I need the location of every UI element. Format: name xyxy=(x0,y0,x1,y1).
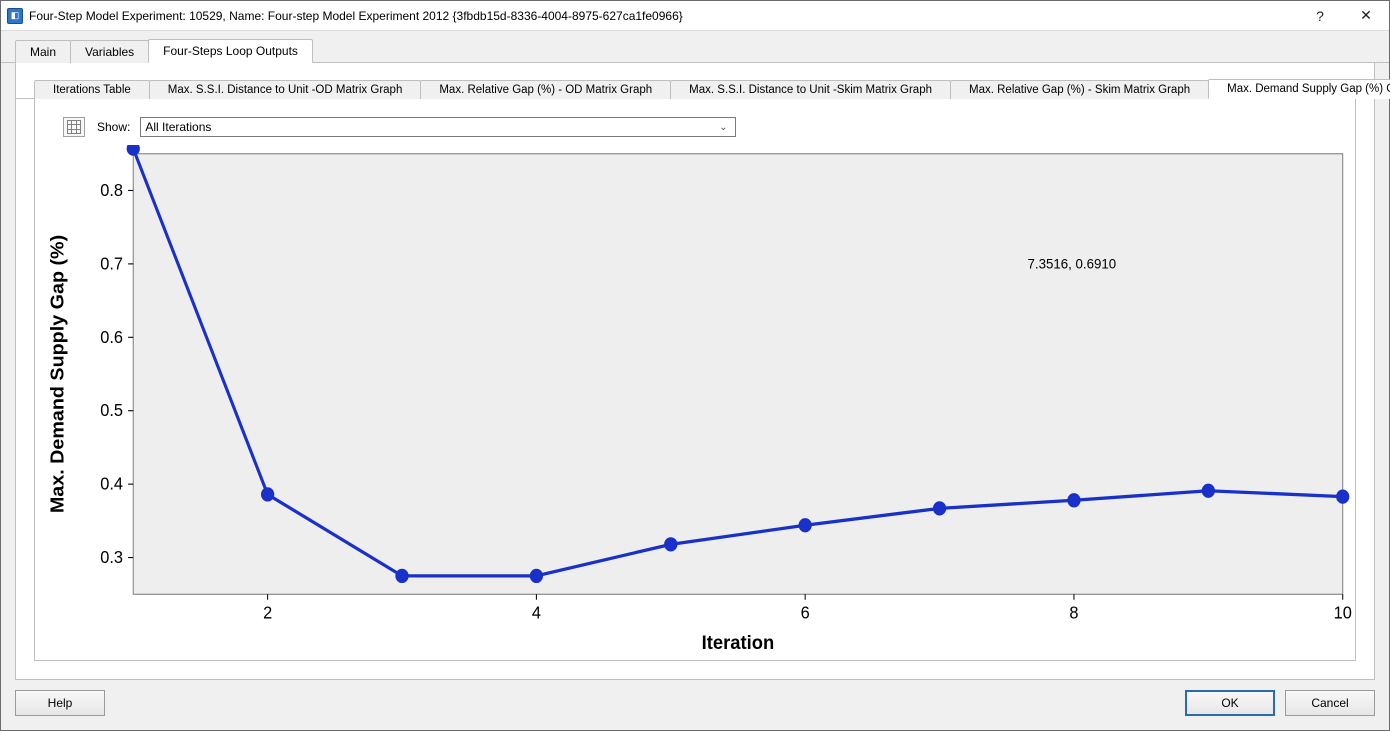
window-title: Four-Step Model Experiment: 10529, Name:… xyxy=(29,9,1297,23)
cancel-button[interactable]: Cancel xyxy=(1285,690,1375,716)
chart-toolbar: Show: All Iterations ⌄ xyxy=(35,99,1355,145)
svg-text:0.4: 0.4 xyxy=(100,474,123,494)
tab-variables[interactable]: Variables xyxy=(70,40,149,63)
svg-text:8: 8 xyxy=(1069,603,1078,623)
series-point xyxy=(933,502,945,515)
tab-rel-gap-skim-graph[interactable]: Max. Relative Gap (%) - Skim Matrix Grap… xyxy=(950,80,1209,99)
svg-text:0.5: 0.5 xyxy=(100,401,123,421)
tab-rel-gap-od-graph[interactable]: Max. Relative Gap (%) - OD Matrix Graph xyxy=(420,80,671,99)
outer-tab-content: Iterations Table Max. S.S.I. Distance to… xyxy=(15,63,1375,680)
close-icon[interactable]: ✕ xyxy=(1343,1,1389,30)
show-label: Show: xyxy=(97,120,130,134)
svg-text:4: 4 xyxy=(532,603,541,623)
tab-ssi-od-graph[interactable]: Max. S.S.I. Distance to Unit -OD Matrix … xyxy=(149,80,422,99)
svg-text:6: 6 xyxy=(801,603,810,623)
y-axis-title: Max. Demand Supply Gap (%) xyxy=(48,235,68,513)
svg-text:0.8: 0.8 xyxy=(100,180,123,200)
tab-label: Iterations Table xyxy=(53,84,131,96)
tab-label: Max. Relative Gap (%) - Skim Matrix Grap… xyxy=(969,84,1190,96)
series-point xyxy=(396,569,408,582)
series-point xyxy=(665,538,677,551)
tab-ssi-skim-graph[interactable]: Max. S.S.I. Distance to Unit -Skim Matri… xyxy=(670,80,951,99)
tab-label: Variables xyxy=(85,45,134,59)
button-label: OK xyxy=(1221,696,1238,710)
cursor-annotation: 7.3516, 0.6910 xyxy=(1028,256,1117,272)
line-chart: 0.3 0.4 0.5 0.6 0.7 0.8 2 4 6 8 10 Iteration Max. De… xyxy=(35,145,1355,660)
grid-icon xyxy=(67,120,81,134)
dialog-footer: Help OK Cancel xyxy=(1,680,1389,730)
button-label: Help xyxy=(48,696,73,710)
svg-text:0.7: 0.7 xyxy=(100,254,123,274)
chart-area: 0.3 0.4 0.5 0.6 0.7 0.8 2 4 6 8 10 Iteration Max. De… xyxy=(35,145,1355,660)
tab-label: Max. Relative Gap (%) - OD Matrix Graph xyxy=(439,84,652,96)
svg-text:0.3: 0.3 xyxy=(100,548,123,568)
outer-tab-strip: Main Variables Four-Steps Loop Outputs xyxy=(1,35,1389,63)
x-axis-title: Iteration xyxy=(702,633,775,655)
title-bar: ◧ Four-Step Model Experiment: 10529, Nam… xyxy=(1,1,1389,31)
grid-toggle-button[interactable] xyxy=(63,117,85,137)
ok-button[interactable]: OK xyxy=(1185,690,1275,716)
tab-iterations-table[interactable]: Iterations Table xyxy=(34,80,150,99)
dialog-window: ◧ Four-Step Model Experiment: 10529, Nam… xyxy=(0,0,1390,731)
tab-label: Max. Demand Supply Gap (%) Graph xyxy=(1227,83,1390,95)
show-select[interactable]: All Iterations ⌄ xyxy=(140,117,736,137)
tab-demand-supply-gap-graph[interactable]: Max. Demand Supply Gap (%) Graph xyxy=(1208,79,1390,99)
tab-label: Four-Steps Loop Outputs xyxy=(163,44,298,58)
svg-text:10: 10 xyxy=(1334,603,1352,623)
series-point xyxy=(1068,494,1080,507)
svg-text:0.6: 0.6 xyxy=(100,327,123,347)
series-point xyxy=(127,145,139,155)
svg-text:2: 2 xyxy=(263,603,272,623)
app-icon: ◧ xyxy=(7,8,23,24)
tab-four-steps-loop-outputs[interactable]: Four-Steps Loop Outputs xyxy=(148,39,313,63)
chevron-down-icon: ⌄ xyxy=(715,122,731,133)
tab-label: Max. S.S.I. Distance to Unit -OD Matrix … xyxy=(168,84,403,96)
tab-label: Main xyxy=(30,45,56,59)
series-point xyxy=(261,488,273,501)
series-point xyxy=(1202,484,1214,497)
button-label: Cancel xyxy=(1311,696,1348,710)
series-point xyxy=(530,569,542,582)
help-button[interactable]: Help xyxy=(15,690,105,716)
inner-tab-content: Show: All Iterations ⌄ 0.30.40.50.60.70.… xyxy=(34,99,1356,661)
show-select-value: All Iterations xyxy=(145,120,211,134)
series-point xyxy=(799,519,811,532)
inner-tab-strip: Iterations Table Max. S.S.I. Distance to… xyxy=(16,73,1374,99)
window-controls: ? ✕ xyxy=(1297,1,1389,30)
help-icon[interactable]: ? xyxy=(1297,1,1343,30)
tab-label: Max. S.S.I. Distance to Unit -Skim Matri… xyxy=(689,84,932,96)
tab-main[interactable]: Main xyxy=(15,40,71,63)
series-point xyxy=(1337,490,1349,503)
